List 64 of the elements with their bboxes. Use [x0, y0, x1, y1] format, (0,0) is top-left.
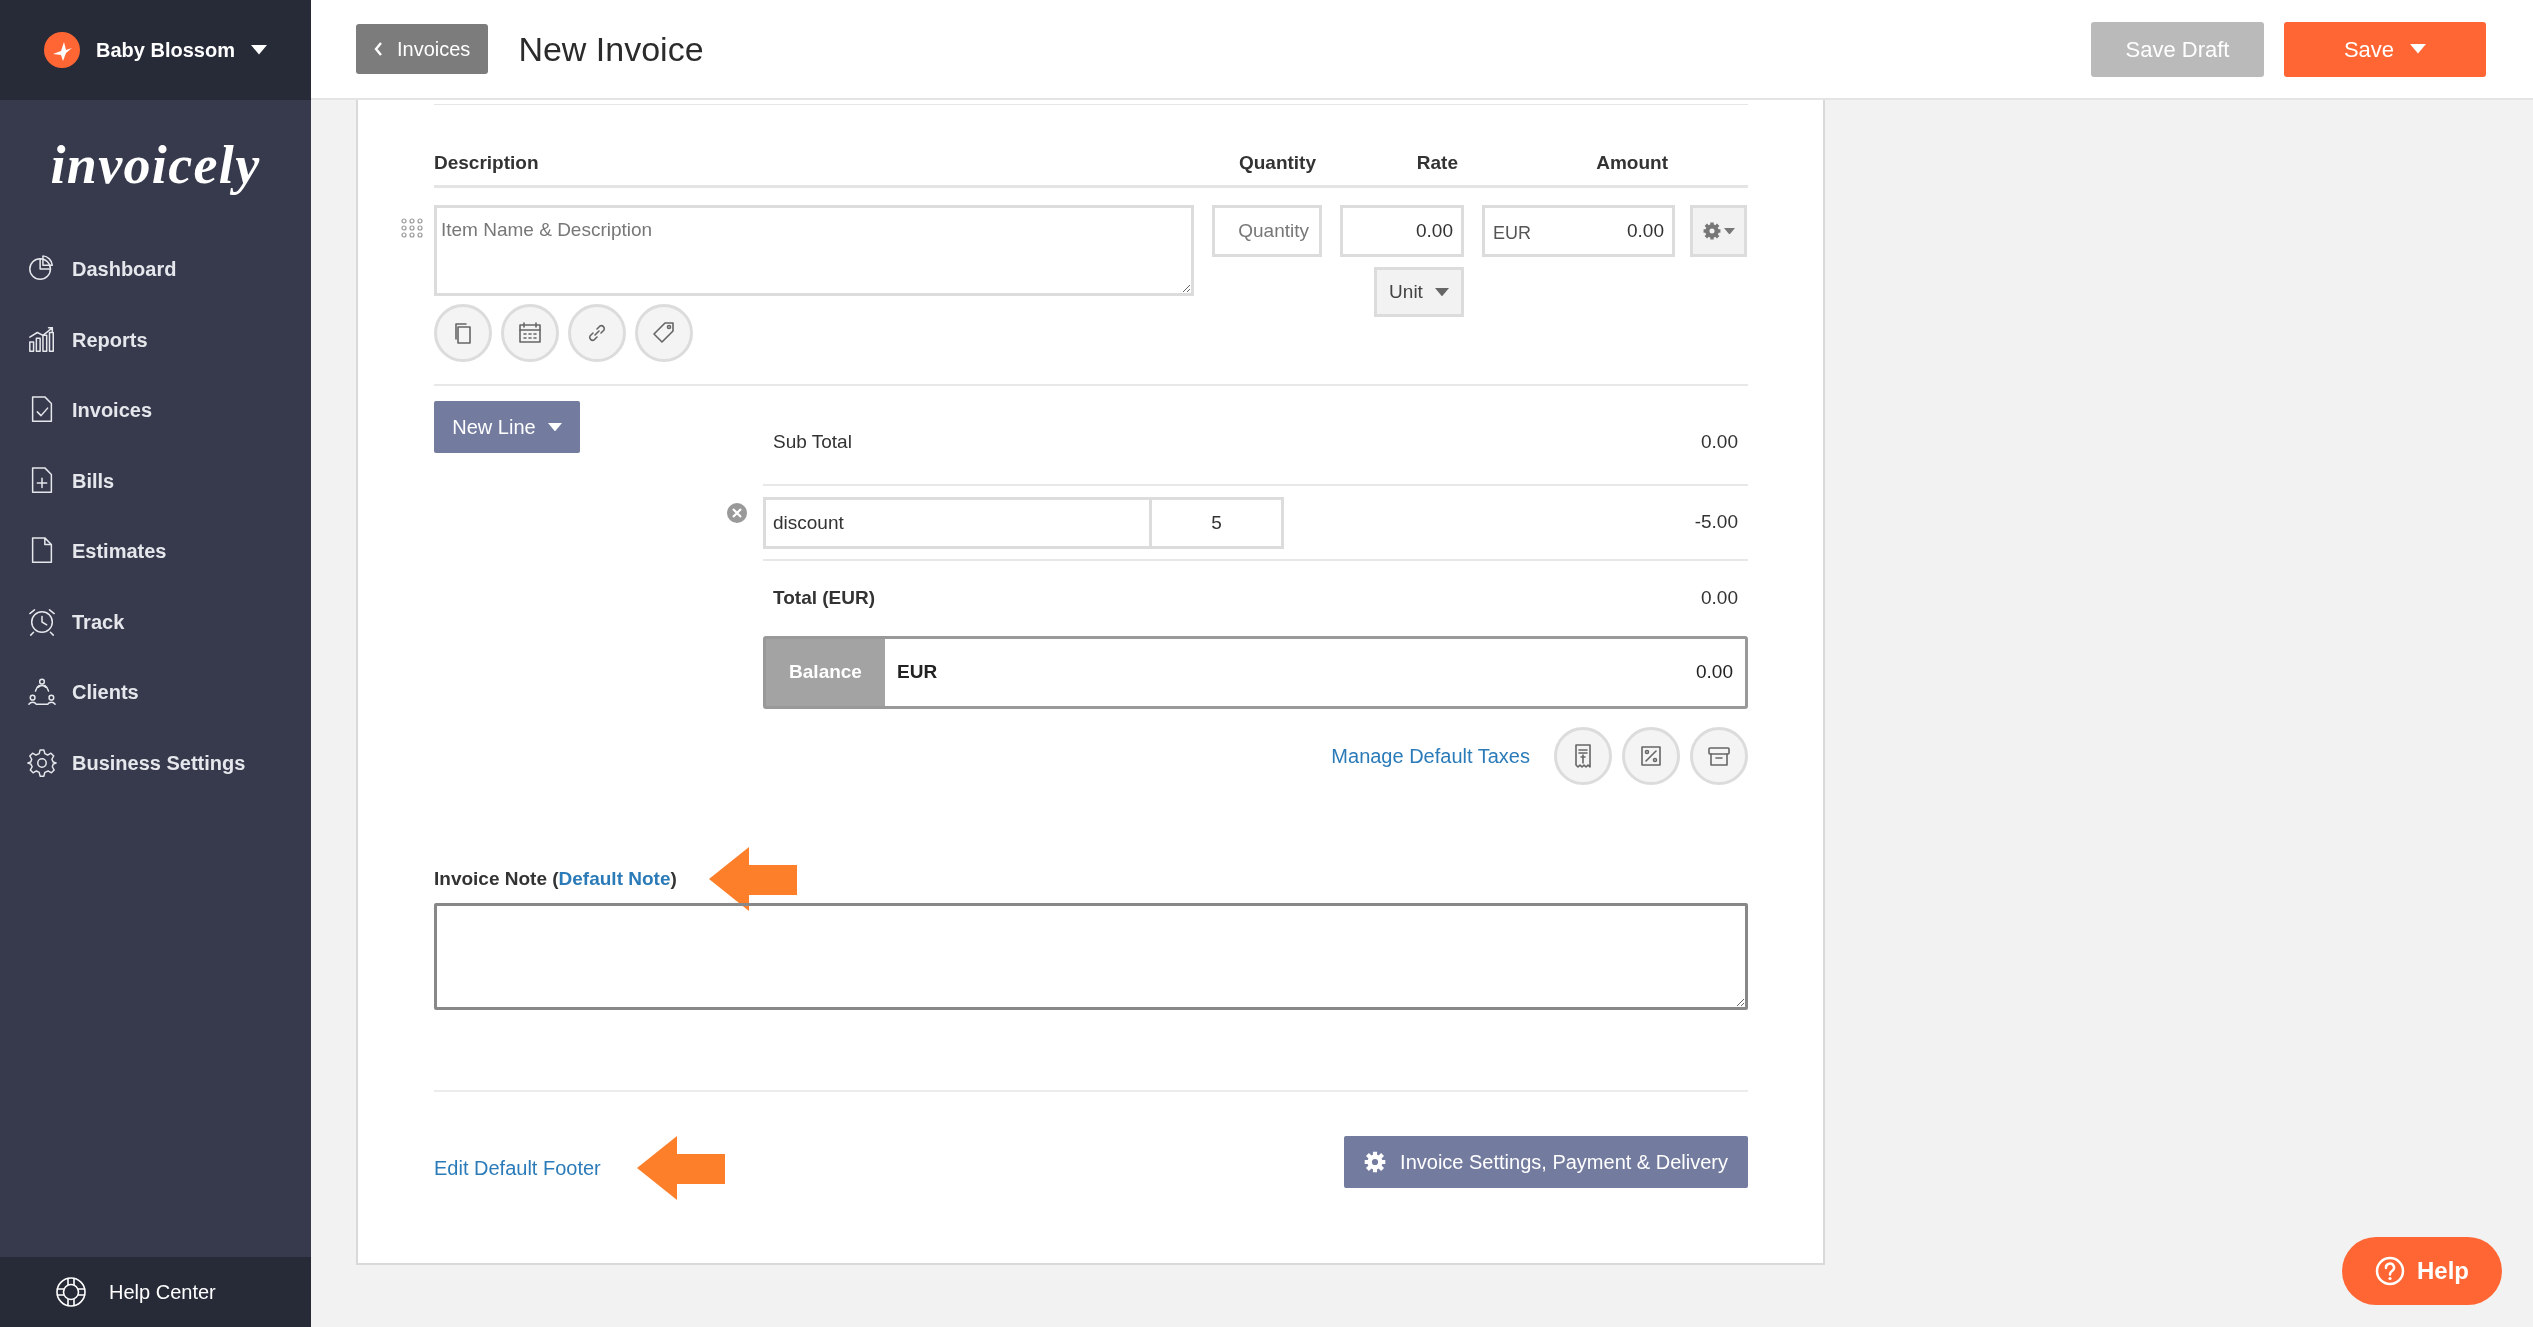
balance-label: Balance — [766, 639, 885, 706]
sidebar-item[interactable]: Dashboard — [0, 234, 311, 305]
invoice-note-label: Invoice Note (Default Note) — [434, 866, 677, 891]
page-title: New Invoice — [518, 28, 704, 70]
calendar-icon — [517, 320, 543, 346]
sidebar-item[interactable]: Reports — [0, 304, 311, 375]
tag-icon — [651, 320, 677, 346]
sidebar-item[interactable]: Clients — [0, 657, 311, 728]
caret-icon — [250, 45, 267, 55]
lifebuoy-icon — [55, 1276, 87, 1308]
caret-icon — [1434, 287, 1449, 297]
rate-field[interactable]: 0.00 — [1340, 205, 1464, 257]
gear-icon — [1364, 1151, 1387, 1173]
account-switcher[interactable]: Baby Blossom — [0, 0, 311, 100]
help-icon — [2375, 1256, 2405, 1286]
gear-icon — [27, 747, 57, 778]
chevron-left-icon — [374, 42, 383, 56]
receipt-button[interactable] — [1554, 727, 1612, 785]
caret-icon — [1723, 227, 1735, 235]
sidebar-item[interactable]: Invoices — [0, 375, 311, 446]
gear-icon — [1702, 222, 1721, 240]
description-field[interactable]: Item Name & Description — [434, 205, 1194, 296]
alarm-clock-icon — [27, 606, 57, 637]
total-value: 0.00 — [1701, 586, 1738, 611]
sidebar-item[interactable]: Track — [0, 586, 311, 657]
archive-button[interactable] — [1690, 727, 1748, 785]
invoice-note-field[interactable] — [434, 903, 1748, 1010]
invoicely-logo: invoicely — [50, 133, 261, 197]
quantity-field[interactable]: Quantity — [1212, 205, 1322, 257]
discount-name-field[interactable]: discount — [763, 496, 1152, 549]
back-button[interactable]: Invoices — [356, 24, 489, 74]
percent-button[interactable] — [1622, 727, 1680, 785]
column-header: Rate — [1416, 151, 1458, 173]
percent-icon — [1638, 743, 1664, 769]
new-line-button[interactable]: New Line — [434, 401, 580, 453]
column-header: Quantity — [1238, 151, 1316, 173]
sidebar-item[interactable]: Bills — [0, 445, 311, 516]
unit-dropdown[interactable]: Unit — [1374, 267, 1464, 317]
sub-total-value: 0.00 — [1701, 430, 1738, 455]
remove-icon[interactable] — [727, 503, 747, 523]
manage-default-taxes-link[interactable]: Manage Default Taxes — [1331, 741, 1530, 771]
people-icon — [27, 677, 57, 708]
column-header: Amount — [1596, 151, 1668, 173]
line-options-button[interactable] — [1690, 205, 1747, 257]
bar-chart-icon — [27, 324, 57, 355]
sidebar-item[interactable]: Estimates — [0, 516, 311, 587]
sub-total-label: Sub Total — [773, 430, 852, 455]
tag-button[interactable] — [635, 304, 693, 362]
help-center-link[interactable]: Help Center — [0, 1257, 311, 1327]
drag-handle-icon[interactable] — [401, 218, 423, 238]
total-label: Total (EUR) — [773, 586, 876, 611]
discount-rate-field[interactable]: 5 — [1152, 496, 1284, 549]
sidebar-item[interactable]: Business Settings — [0, 727, 311, 798]
balance-currency: EUR — [897, 660, 938, 685]
default-note-link[interactable]: Default Note — [558, 867, 671, 889]
copy-button[interactable] — [434, 304, 492, 362]
amount-field[interactable]: EUR 0.00 — [1482, 205, 1675, 257]
balance-value: 0.00 — [1696, 660, 1733, 685]
caret-icon — [547, 422, 562, 432]
link-button[interactable] — [568, 304, 626, 362]
edit-default-footer-link[interactable]: Edit Default Footer — [434, 1153, 601, 1183]
column-header: Description — [434, 151, 539, 173]
invoice-settings-button[interactable]: Invoice Settings, Payment & Delivery — [1344, 1136, 1748, 1188]
discount-value: -5.00 — [1694, 510, 1738, 535]
